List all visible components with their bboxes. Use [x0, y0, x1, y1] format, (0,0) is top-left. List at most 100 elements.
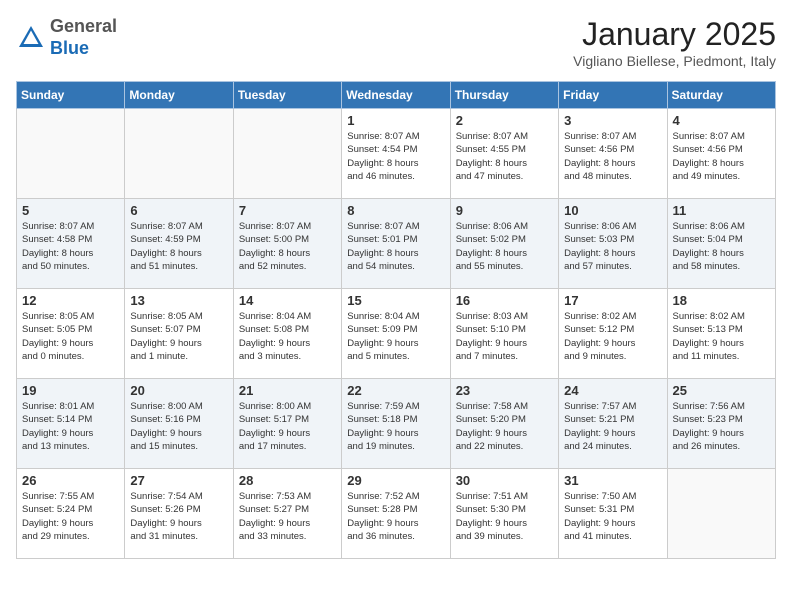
location: Vigliano Biellese, Piedmont, Italy: [573, 53, 776, 69]
calendar-cell: 30 Sunrise: 7:51 AM Sunset: 5:30 PM Dayli…: [450, 469, 558, 559]
calendar-cell: 22 Sunrise: 7:59 AM Sunset: 5:18 PM Dayli…: [342, 379, 450, 469]
calendar-cell: 10 Sunrise: 8:06 AM Sunset: 5:03 PM Dayli…: [559, 199, 667, 289]
calendar-cell: 18 Sunrise: 8:02 AM Sunset: 5:13 PM Dayli…: [667, 289, 775, 379]
day-number: 5: [22, 203, 119, 218]
day-number: 6: [130, 203, 227, 218]
day-number: 3: [564, 113, 661, 128]
cell-content: Sunrise: 8:04 AM Sunset: 5:09 PM Dayligh…: [347, 310, 444, 363]
day-number: 22: [347, 383, 444, 398]
calendar-cell: 16 Sunrise: 8:03 AM Sunset: 5:10 PM Dayli…: [450, 289, 558, 379]
day-number: 26: [22, 473, 119, 488]
header-day-sunday: Sunday: [17, 82, 125, 109]
day-number: 21: [239, 383, 336, 398]
cell-content: Sunrise: 8:02 AM Sunset: 5:13 PM Dayligh…: [673, 310, 770, 363]
calendar-table: SundayMondayTuesdayWednesdayThursdayFrid…: [16, 81, 776, 559]
cell-content: Sunrise: 8:07 AM Sunset: 4:56 PM Dayligh…: [673, 130, 770, 183]
cell-content: Sunrise: 7:50 AM Sunset: 5:31 PM Dayligh…: [564, 490, 661, 543]
calendar-cell: 5Sunrise: 8:07 AM Sunset: 4:58 PM Daylig…: [17, 199, 125, 289]
calendar-week-1: 1 Sunrise: 8:07 AM Sunset: 4:54 PM Daylig…: [17, 109, 776, 199]
cell-content: Sunrise: 7:54 AM Sunset: 5:26 PM Dayligh…: [130, 490, 227, 543]
calendar-cell: 4 Sunrise: 8:07 AM Sunset: 4:56 PM Daylig…: [667, 109, 775, 199]
day-number: 11: [673, 203, 770, 218]
calendar-week-4: 19 Sunrise: 8:01 AM Sunset: 5:14 PM Dayli…: [17, 379, 776, 469]
month-title: January 2025: [573, 16, 776, 53]
calendar-cell: 6 Sunrise: 8:07 AM Sunset: 4:59 PM Daylig…: [125, 199, 233, 289]
cell-content: Sunrise: 7:53 AM Sunset: 5:27 PM Dayligh…: [239, 490, 336, 543]
cell-content: Sunrise: 8:07 AM Sunset: 5:01 PM Dayligh…: [347, 220, 444, 273]
day-number: 8: [347, 203, 444, 218]
calendar-cell: 7 Sunrise: 8:07 AM Sunset: 5:00 PM Daylig…: [233, 199, 341, 289]
cell-content: Sunrise: 8:05 AM Sunset: 5:05 PM Dayligh…: [22, 310, 119, 363]
calendar-cell: 28 Sunrise: 7:53 AM Sunset: 5:27 PM Dayli…: [233, 469, 341, 559]
calendar-cell: 1 Sunrise: 8:07 AM Sunset: 4:54 PM Daylig…: [342, 109, 450, 199]
day-number: 19: [22, 383, 119, 398]
header-row: SundayMondayTuesdayWednesdayThursdayFrid…: [17, 82, 776, 109]
cell-content: Sunrise: 8:07 AM Sunset: 4:54 PM Dayligh…: [347, 130, 444, 183]
cell-content: Sunrise: 8:07 AM Sunset: 4:59 PM Dayligh…: [130, 220, 227, 273]
cell-content: Sunrise: 7:51 AM Sunset: 5:30 PM Dayligh…: [456, 490, 553, 543]
cell-content: Sunrise: 7:52 AM Sunset: 5:28 PM Dayligh…: [347, 490, 444, 543]
calendar-cell: [667, 469, 775, 559]
calendar-week-3: 12Sunrise: 8:05 AM Sunset: 5:05 PM Dayli…: [17, 289, 776, 379]
calendar-cell: [125, 109, 233, 199]
day-number: 9: [456, 203, 553, 218]
cell-content: Sunrise: 7:55 AM Sunset: 5:24 PM Dayligh…: [22, 490, 119, 543]
header-day-thursday: Thursday: [450, 82, 558, 109]
cell-content: Sunrise: 8:05 AM Sunset: 5:07 PM Dayligh…: [130, 310, 227, 363]
calendar-cell: 20Sunrise: 8:00 AM Sunset: 5:16 PM Dayli…: [125, 379, 233, 469]
cell-content: Sunrise: 8:06 AM Sunset: 5:04 PM Dayligh…: [673, 220, 770, 273]
calendar-cell: 15 Sunrise: 8:04 AM Sunset: 5:09 PM Dayli…: [342, 289, 450, 379]
day-number: 7: [239, 203, 336, 218]
day-number: 2: [456, 113, 553, 128]
calendar-cell: 17 Sunrise: 8:02 AM Sunset: 5:12 PM Dayli…: [559, 289, 667, 379]
cell-content: Sunrise: 8:06 AM Sunset: 5:03 PM Dayligh…: [564, 220, 661, 273]
calendar-cell: 26 Sunrise: 7:55 AM Sunset: 5:24 PM Dayli…: [17, 469, 125, 559]
day-number: 28: [239, 473, 336, 488]
calendar-cell: 24 Sunrise: 7:57 AM Sunset: 5:21 PM Dayli…: [559, 379, 667, 469]
day-number: 10: [564, 203, 661, 218]
header-day-wednesday: Wednesday: [342, 82, 450, 109]
day-number: 23: [456, 383, 553, 398]
header-day-saturday: Saturday: [667, 82, 775, 109]
calendar-cell: 12Sunrise: 8:05 AM Sunset: 5:05 PM Dayli…: [17, 289, 125, 379]
cell-content: Sunrise: 8:03 AM Sunset: 5:10 PM Dayligh…: [456, 310, 553, 363]
header-day-tuesday: Tuesday: [233, 82, 341, 109]
day-number: 4: [673, 113, 770, 128]
calendar-cell: 27 Sunrise: 7:54 AM Sunset: 5:26 PM Dayli…: [125, 469, 233, 559]
header-day-friday: Friday: [559, 82, 667, 109]
calendar-cell: [233, 109, 341, 199]
calendar-cell: 13 Sunrise: 8:05 AM Sunset: 5:07 PM Dayli…: [125, 289, 233, 379]
day-number: 29: [347, 473, 444, 488]
calendar-cell: 23Sunrise: 7:58 AM Sunset: 5:20 PM Dayli…: [450, 379, 558, 469]
day-number: 1: [347, 113, 444, 128]
cell-content: Sunrise: 8:01 AM Sunset: 5:14 PM Dayligh…: [22, 400, 119, 453]
day-number: 24: [564, 383, 661, 398]
calendar-cell: 11 Sunrise: 8:06 AM Sunset: 5:04 PM Dayli…: [667, 199, 775, 289]
day-number: 15: [347, 293, 444, 308]
day-number: 14: [239, 293, 336, 308]
cell-content: Sunrise: 8:02 AM Sunset: 5:12 PM Dayligh…: [564, 310, 661, 363]
logo: General Blue: [16, 16, 117, 59]
logo-icon: [16, 23, 46, 53]
day-number: 31: [564, 473, 661, 488]
day-number: 25: [673, 383, 770, 398]
day-number: 27: [130, 473, 227, 488]
cell-content: Sunrise: 8:07 AM Sunset: 4:56 PM Dayligh…: [564, 130, 661, 183]
day-number: 13: [130, 293, 227, 308]
calendar-cell: 2 Sunrise: 8:07 AM Sunset: 4:55 PM Daylig…: [450, 109, 558, 199]
cell-content: Sunrise: 8:04 AM Sunset: 5:08 PM Dayligh…: [239, 310, 336, 363]
day-number: 17: [564, 293, 661, 308]
calendar-header: SundayMondayTuesdayWednesdayThursdayFrid…: [17, 82, 776, 109]
calendar-cell: 21 Sunrise: 8:00 AM Sunset: 5:17 PM Dayli…: [233, 379, 341, 469]
cell-content: Sunrise: 8:00 AM Sunset: 5:17 PM Dayligh…: [239, 400, 336, 453]
calendar-cell: 31 Sunrise: 7:50 AM Sunset: 5:31 PM Dayli…: [559, 469, 667, 559]
day-number: 18: [673, 293, 770, 308]
calendar-week-2: 5Sunrise: 8:07 AM Sunset: 4:58 PM Daylig…: [17, 199, 776, 289]
day-number: 16: [456, 293, 553, 308]
cell-content: Sunrise: 7:57 AM Sunset: 5:21 PM Dayligh…: [564, 400, 661, 453]
calendar-cell: 8 Sunrise: 8:07 AM Sunset: 5:01 PM Daylig…: [342, 199, 450, 289]
cell-content: Sunrise: 8:07 AM Sunset: 5:00 PM Dayligh…: [239, 220, 336, 273]
cell-content: Sunrise: 7:59 AM Sunset: 5:18 PM Dayligh…: [347, 400, 444, 453]
day-number: 30: [456, 473, 553, 488]
cell-content: Sunrise: 8:07 AM Sunset: 4:55 PM Dayligh…: [456, 130, 553, 183]
